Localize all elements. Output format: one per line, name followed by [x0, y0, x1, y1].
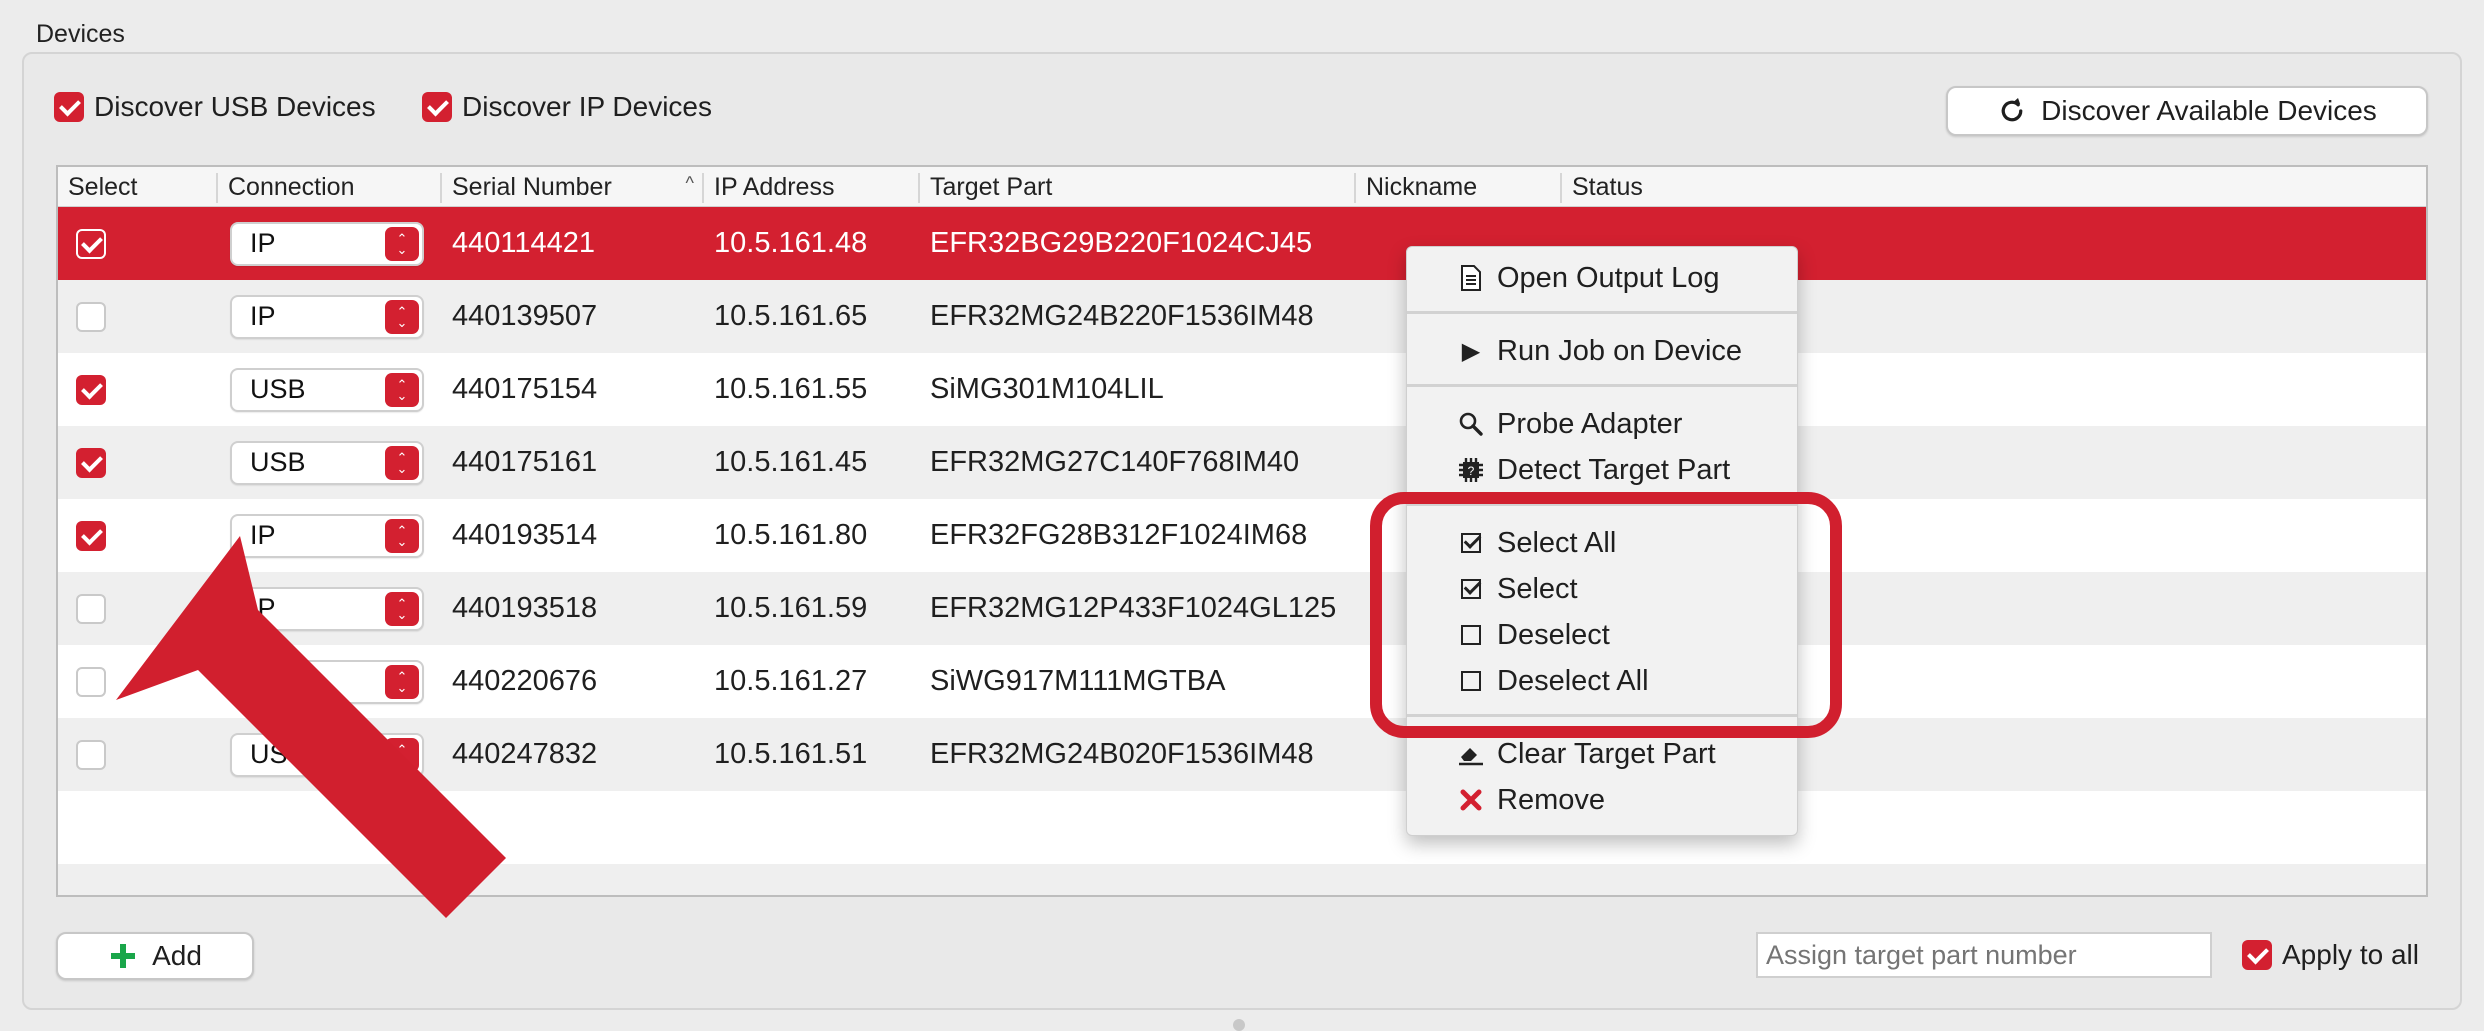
- play-icon: ▶: [1461, 337, 1481, 365]
- target-part: EFR32MG24B220F1536IM48: [930, 300, 1314, 332]
- table-row[interactable]: IP ⌃ ⌄ 440114421 10.5.161.48 EFR32BG29B220…: [58, 207, 2426, 280]
- table-header: Select Connection Serial Number ^ IP Addr…: [58, 167, 2426, 207]
- column-header-target-part[interactable]: Target Part: [918, 173, 1354, 203]
- magnifier-icon: [1451, 411, 1491, 437]
- row-select-checkbox[interactable]: [76, 301, 106, 332]
- apply-to-all-checkbox[interactable]: Apply to all: [2242, 939, 2419, 971]
- highlight-annotation: [1370, 492, 1842, 738]
- target-part: EFR32MG12P433F1024GL125: [930, 592, 1337, 624]
- column-header-serial-label: Serial Number: [452, 173, 612, 201]
- target-part: EFR32FG28B312F1024IM68: [930, 519, 1308, 551]
- target-part: SiMG301M104LIL: [930, 373, 1164, 405]
- svg-text:?: ?: [1468, 464, 1475, 478]
- menu-label: Clear Target Part: [1497, 737, 1716, 770]
- ip-address: 10.5.161.55: [714, 373, 868, 405]
- connection-value: USB: [250, 374, 306, 404]
- plus-icon: [111, 944, 136, 968]
- discover-usb-label: Discover USB Devices: [94, 91, 376, 122]
- column-header-status[interactable]: Status: [1560, 173, 2426, 203]
- discover-ip-checkbox[interactable]: Discover IP Devices: [422, 91, 712, 123]
- table-row[interactable]: IP ⌃ ⌄ 440139507 10.5.161.65 EFR32MG24B220…: [58, 280, 2426, 353]
- menu-label: Open Output Log: [1497, 261, 1720, 294]
- row-select-checkbox[interactable]: [76, 228, 106, 259]
- menu-label: Run Job on Device: [1497, 334, 1743, 367]
- menu-item-probe-adapter[interactable]: Probe Adapter: [1407, 402, 1797, 446]
- sort-ascending-icon: ^: [685, 173, 694, 193]
- chip-icon: ?: [1451, 455, 1491, 485]
- table-row[interactable]: USB ⌃ ⌄ 440175161 10.5.161.45 EFR32MG27C14…: [58, 426, 2426, 499]
- target-part: EFR32BG29B220F1024CJ45: [930, 227, 1313, 259]
- ip-address: 10.5.161.51: [714, 738, 868, 770]
- serial-number: 440175154: [452, 373, 598, 405]
- target-part: SiWG917M111MGTBA: [930, 665, 1226, 697]
- stepper-arrows-icon: ⌃⌄: [385, 372, 419, 407]
- stepper-arrows-icon: ⌃⌄: [385, 299, 419, 334]
- row-select-checkbox[interactable]: [76, 447, 106, 478]
- connection-value: IP: [250, 301, 276, 331]
- menu-item-open-output-log[interactable]: Open Output Log: [1407, 256, 1797, 300]
- column-header-ip-address[interactable]: IP Address: [702, 173, 918, 203]
- serial-number: 440175161: [452, 446, 598, 478]
- ip-address: 10.5.161.80: [714, 519, 868, 551]
- add-button[interactable]: Add: [56, 932, 254, 980]
- column-header-nickname[interactable]: Nickname: [1354, 173, 1560, 203]
- stepper-arrows-icon: ⌃⌄: [385, 226, 419, 261]
- menu-label: Remove: [1497, 783, 1605, 816]
- connection-select[interactable]: IP ⌃ ⌄: [230, 294, 424, 339]
- column-header-serial-number[interactable]: Serial Number ^: [440, 173, 702, 203]
- ip-address: 10.5.161.59: [714, 592, 868, 624]
- red-x-icon: [1451, 788, 1491, 812]
- table-row[interactable]: USB ⌃ ⌄ 440175154 10.5.161.55 SiMG301M104L…: [58, 353, 2426, 426]
- eraser-icon: [1451, 742, 1491, 766]
- discover-ip-label: Discover IP Devices: [462, 91, 713, 122]
- column-header-connection[interactable]: Connection: [216, 173, 440, 203]
- resize-handle[interactable]: [1233, 1019, 1245, 1031]
- ip-address: 10.5.161.45: [714, 446, 868, 478]
- menu-item-detect-target-part[interactable]: ? Detect Target Part: [1407, 448, 1797, 492]
- document-icon: [1451, 265, 1491, 291]
- ip-address: 10.5.161.48: [714, 227, 868, 259]
- red-arrow-annotation: [116, 536, 506, 918]
- connection-select[interactable]: USB ⌃ ⌄: [230, 440, 424, 485]
- connection-value: USB: [250, 447, 306, 477]
- discover-available-devices-label: Discover Available Devices: [2041, 95, 2377, 126]
- assign-target-part-input[interactable]: [1756, 932, 2212, 978]
- menu-item-run-job-on-device[interactable]: ▶ Run Job on Device: [1407, 329, 1797, 373]
- menu-item-remove[interactable]: Remove: [1407, 778, 1797, 822]
- connection-value: IP: [250, 228, 276, 258]
- ip-address: 10.5.161.27: [714, 665, 868, 697]
- target-part: EFR32MG27C140F768IM40: [930, 446, 1300, 478]
- ip-address: 10.5.161.65: [714, 300, 868, 332]
- refresh-icon: [2001, 98, 2023, 122]
- serial-number: 440114421: [452, 227, 596, 259]
- serial-number: 440139507: [452, 300, 598, 332]
- menu-label: Detect Target Part: [1497, 453, 1731, 486]
- menu-separator: [1407, 384, 1797, 387]
- apply-to-all-label: Apply to all: [2282, 939, 2419, 970]
- connection-select[interactable]: IP ⌃ ⌄: [230, 221, 424, 266]
- checkbox-checked-icon: [422, 92, 452, 122]
- add-label: Add: [152, 940, 202, 971]
- group-title: Devices: [36, 20, 125, 48]
- checkbox-checked-icon: [2242, 940, 2272, 970]
- discover-usb-checkbox[interactable]: Discover USB Devices: [54, 91, 376, 123]
- menu-separator: [1407, 311, 1797, 314]
- menu-label: Probe Adapter: [1497, 407, 1683, 440]
- row-select-checkbox[interactable]: [76, 374, 106, 405]
- checkbox-checked-icon: [54, 92, 84, 122]
- target-part: EFR32MG24B020F1536IM48: [930, 738, 1314, 770]
- column-header-select[interactable]: Select: [58, 173, 216, 203]
- stepper-arrows-icon: ⌃⌄: [385, 445, 419, 480]
- discover-available-devices-button[interactable]: Discover Available Devices: [1946, 86, 2428, 136]
- menu-item-clear-target-part[interactable]: Clear Target Part: [1407, 732, 1797, 776]
- connection-select[interactable]: USB ⌃ ⌄: [230, 367, 424, 412]
